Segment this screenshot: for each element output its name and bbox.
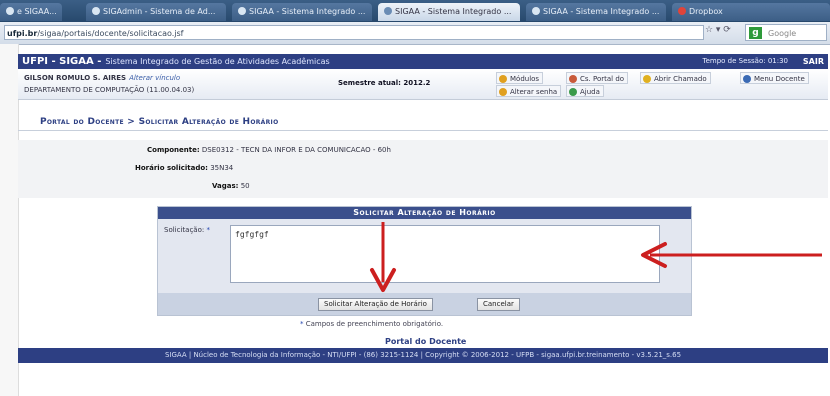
vagas-row: Vagas: 50 (212, 182, 250, 190)
page-icon (384, 7, 392, 15)
browser-tab[interactable]: e SIGAA... (0, 3, 62, 21)
department: DEPARTAMENTO DE COMPUTAÇÃO (11.00.04.03) (24, 86, 195, 94)
page-icon (532, 7, 540, 15)
system-header: UFPI - SIGAA - Sistema Integrado de Gestã… (18, 54, 828, 69)
modules-icon (499, 75, 507, 83)
browser-tab[interactable]: SIGAdmin - Sistema de Ad... (86, 3, 226, 21)
submit-button[interactable]: Solicitar Alteração de Horário (318, 298, 433, 311)
url-field[interactable]: ufpi.br/sigaa/portais/docente/solicitaca… (4, 25, 704, 40)
horario-row: Horário solicitado: 35N34 (135, 164, 234, 172)
form-caption: Solicitar Alteração de Horário (158, 207, 691, 219)
form-footer: Solicitar Alteração de Horário Cancelar (158, 293, 691, 315)
chamado-button[interactable]: Abrir Chamado (640, 72, 711, 84)
user-info-bar: GILSON ROMULO S. AIRES Alterar vínculo DE… (18, 69, 828, 100)
semester: Semestre atual: 2012.2 (338, 79, 431, 87)
google-icon: g (749, 27, 762, 39)
dropbox-icon (678, 7, 686, 15)
modules-button[interactable]: Módulos (496, 72, 544, 84)
required-note: * Campos de preenchimento obrigatório. (300, 320, 444, 328)
divider (18, 130, 828, 131)
page-icon (238, 7, 246, 15)
browser-tab[interactable]: SIGAA - Sistema Integrado ... (526, 3, 666, 21)
menu-docente-button[interactable]: Menu Docente (740, 72, 809, 84)
request-textarea[interactable]: fgfgfgf (230, 225, 660, 283)
browser-tab-active[interactable]: SIGAA - Sistema Integrado ... (378, 3, 520, 21)
breadcrumb: Portal do Docente > Solicitar Alteração … (40, 117, 279, 127)
page-icon (92, 7, 100, 15)
reload-icon[interactable]: ☆ ▾ ⟳ (705, 25, 745, 40)
request-label: Solicitação: * (164, 226, 210, 234)
alterar-senha-button[interactable]: Alterar senha (496, 85, 562, 97)
address-bar-area: ufpi.br/sigaa/portais/docente/solicitaca… (0, 22, 830, 45)
page-footer: SIGAA | Núcleo de Tecnologia da Informaç… (18, 348, 828, 363)
help-icon (569, 88, 577, 96)
cancel-button[interactable]: Cancelar (477, 298, 520, 311)
componente-row: Componente: DSE0312 - TECN DA INFOR E DA… (147, 146, 391, 154)
browser-tab[interactable]: SIGAA - Sistema Integrado ... (232, 3, 372, 21)
request-form: Solicitar Alteração de Horário Solicitaç… (157, 206, 692, 316)
browser-tab[interactable]: Dropbox (672, 3, 830, 21)
page-left-margin (0, 44, 19, 396)
search-input[interactable]: g Google (745, 24, 827, 41)
logout-link[interactable]: SAIR (803, 54, 824, 69)
user-name: GILSON ROMULO S. AIRES Alterar vínculo (24, 74, 181, 82)
portal-link[interactable]: Portal do Docente (385, 337, 466, 346)
portal-button[interactable]: Cs. Portal do (566, 72, 629, 84)
session-timer: Tempo de Sessão: 01:30 (702, 57, 788, 65)
browser-tab-strip: e SIGAA... SIGAdmin - Sistema de Ad... S… (0, 0, 830, 22)
menu-icon (743, 75, 751, 83)
change-link[interactable]: Alterar vínculo (129, 74, 180, 82)
form-body: Solicitação: * fgfgfgf (158, 219, 691, 293)
chamado-icon (643, 75, 651, 83)
key-icon (499, 88, 507, 96)
system-title: UFPI - SIGAA - Sistema Integrado de Gestã… (22, 56, 330, 67)
class-info: Componente: DSE0312 - TECN DA INFOR E DA… (18, 140, 828, 198)
page-icon (6, 7, 14, 15)
portal-icon (569, 75, 577, 83)
help-button[interactable]: Ajuda (566, 85, 604, 97)
